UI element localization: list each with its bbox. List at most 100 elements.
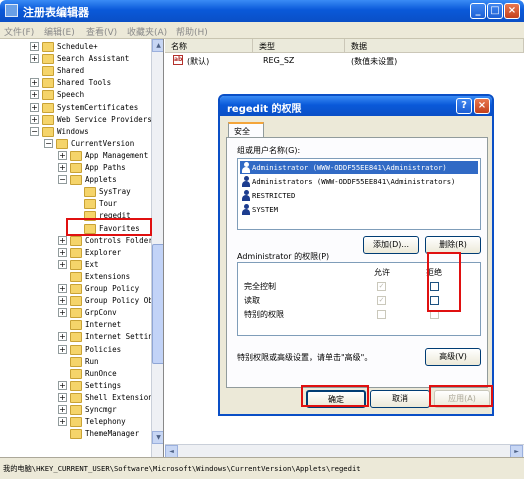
maximize-button[interactable]: □ [487, 3, 503, 19]
tree-item[interactable]: + App Management [0, 150, 151, 162]
tree-item[interactable]: + Explorer [0, 247, 151, 259]
column-header-name[interactable]: 名称 [165, 39, 253, 53]
tree-item[interactable]: Run [0, 356, 151, 368]
expand-icon[interactable]: + [58, 296, 67, 306]
expand-icon[interactable]: + [58, 163, 67, 172]
tree-item[interactable]: − Windows [0, 126, 151, 138]
tree-item[interactable]: + Syncmgr [0, 404, 151, 416]
tree-item[interactable]: + Controls Folder [0, 235, 153, 247]
allow-special-checkbox[interactable] [377, 310, 386, 319]
tree-item[interactable]: Internet [0, 319, 151, 331]
cancel-button[interactable]: 取消 [370, 390, 430, 408]
tree-item[interactable]: + Search Assistant [0, 53, 151, 65]
tree-item-label: CurrentVersion [71, 138, 135, 148]
folder-icon [70, 163, 82, 173]
registry-tree[interactable]: + Schedule+ + Search Assistant Shared + Shared… [0, 39, 164, 457]
expand-icon[interactable]: + [58, 405, 67, 414]
tree-item[interactable]: − Applets [0, 174, 151, 186]
tree-item[interactable]: Shared [0, 65, 151, 77]
expand-icon[interactable]: + [30, 42, 39, 51]
expand-icon[interactable]: + [30, 78, 39, 88]
tree-item[interactable]: + Policies [0, 344, 151, 356]
user-item-administrators[interactable]: Administrators (WWW-ODDF55EE841\Administ… [240, 175, 478, 188]
user-item-system[interactable]: SYSTEM [240, 203, 478, 216]
tree-item-label: GrpConv [85, 308, 117, 318]
folder-icon [70, 320, 82, 331]
user-item-administrator[interactable]: Administrator (WWW-ODDF55EE841\Administr… [240, 161, 478, 174]
expand-icon[interactable]: + [30, 114, 39, 124]
tree-item-label: Telephony [85, 417, 126, 427]
collapse-icon[interactable]: − [44, 138, 53, 148]
tree-item[interactable]: + GrpConv [0, 307, 151, 319]
horizontal-scrollbar[interactable]: ◄ ► [165, 444, 524, 458]
expand-icon[interactable]: + [58, 380, 67, 390]
column-header-data[interactable]: 数据 [345, 39, 524, 53]
allow-full-control-checkbox[interactable]: ✓ [377, 282, 386, 291]
tree-item-label: Schedule+ [57, 42, 98, 51]
minimize-button[interactable]: _ [470, 3, 486, 19]
permissions-label: Administrator 的权限(P) [237, 252, 330, 261]
scroll-down-arrow[interactable]: ▼ [152, 431, 163, 444]
tree-item[interactable]: + Settings [0, 380, 151, 392]
tree-item[interactable]: ThemeManager [0, 428, 151, 440]
tree-item[interactable]: + Group Policy [0, 283, 151, 295]
tree-item[interactable]: + Ext [0, 259, 151, 271]
menu-file[interactable]: 文件(F) [4, 25, 34, 38]
folder-icon [42, 90, 54, 101]
tree-item-label: SysTray [99, 187, 131, 197]
collapse-icon[interactable]: − [30, 126, 39, 136]
tree-item[interactable]: RunOnce [0, 368, 151, 380]
tree-item[interactable]: − CurrentVersion [0, 138, 151, 150]
dialog-close-button[interactable]: × [474, 98, 490, 114]
tree-item[interactable]: +Group Policy Objects [0, 295, 163, 307]
expand-icon[interactable]: + [30, 54, 39, 64]
tree-item[interactable]: Tour [0, 198, 151, 210]
expand-icon[interactable]: + [58, 392, 67, 402]
tab-security[interactable]: 安全 [228, 122, 264, 138]
value-name[interactable]: (默认) [187, 56, 209, 67]
menu-edit[interactable]: 编辑(E) [44, 25, 75, 38]
tree-item[interactable]: + Shell Extensions [0, 392, 157, 404]
tree-item[interactable]: + App Paths [0, 162, 151, 174]
users-listbox[interactable]: Administrator (WWW-ODDF55EE841\Administr… [237, 158, 481, 230]
expand-icon[interactable]: + [58, 344, 67, 354]
expand-icon[interactable]: + [58, 332, 67, 342]
close-button[interactable]: × [504, 3, 520, 19]
expand-icon[interactable]: + [30, 90, 39, 100]
window-title: 注册表编辑器 [23, 6, 89, 19]
tree-item[interactable]: + Internet Settings [0, 331, 162, 343]
expand-icon[interactable]: + [58, 247, 67, 257]
expand-icon[interactable]: + [58, 308, 67, 318]
advanced-button[interactable]: 高级(V) [425, 348, 481, 366]
expand-icon[interactable]: + [58, 235, 67, 245]
tree-vertical-scrollbar[interactable]: ▲ ▼ [151, 39, 163, 457]
tree-item-label: Internet [85, 320, 122, 330]
tree-item[interactable]: + Web Service Providers [0, 114, 152, 126]
allow-read-checkbox[interactable]: ✓ [377, 296, 386, 305]
tree-item[interactable]: + Telephony [0, 416, 151, 428]
permission-read: 读取 [244, 296, 260, 305]
tree-item[interactable]: + Speech [0, 89, 151, 101]
user-item-restricted[interactable]: RESTRICTED [240, 189, 478, 202]
menu-help[interactable]: 帮助(H) [176, 25, 208, 38]
tree-item[interactable]: + Shared Tools [0, 77, 151, 89]
menu-view[interactable]: 查看(V) [86, 25, 117, 38]
tree-item[interactable]: Extensions [0, 271, 151, 283]
scroll-thumb[interactable] [152, 244, 163, 364]
expand-icon[interactable]: + [58, 417, 67, 427]
expand-icon[interactable]: + [30, 102, 39, 112]
tree-item-label: Shared [57, 66, 85, 76]
expand-icon[interactable]: + [58, 259, 67, 269]
expand-icon[interactable]: + [58, 150, 67, 160]
menu-favorites[interactable]: 收藏夹(A) [127, 25, 167, 38]
add-button[interactable]: 添加(D)... [363, 236, 419, 254]
column-header-type[interactable]: 类型 [253, 39, 345, 53]
expand-icon[interactable]: + [58, 284, 67, 293]
scroll-up-arrow[interactable]: ▲ [152, 39, 163, 52]
folder-icon [84, 187, 96, 198]
help-button[interactable]: ? [456, 98, 472, 114]
tree-item[interactable]: + Schedule+ [0, 41, 151, 53]
collapse-icon[interactable]: − [58, 175, 67, 185]
tree-item[interactable]: + SystemCertificates [0, 102, 151, 114]
tree-item[interactable]: SysTray [0, 186, 151, 198]
